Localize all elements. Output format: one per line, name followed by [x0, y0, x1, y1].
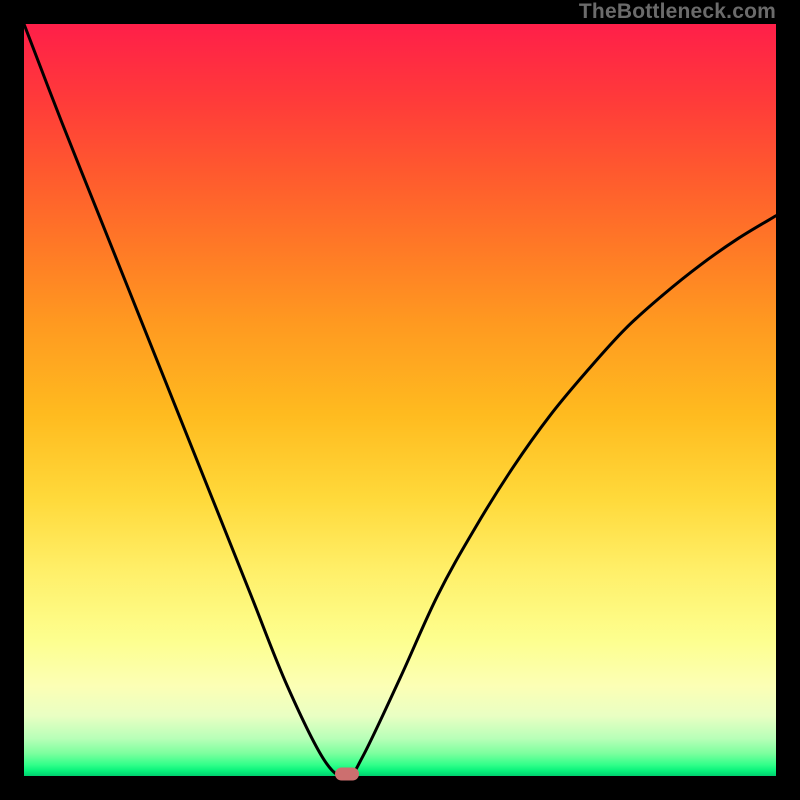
- chart-frame: TheBottleneck.com: [0, 0, 800, 800]
- watermark-label: TheBottleneck.com: [579, 0, 776, 24]
- bottleneck-curve: [24, 24, 776, 776]
- optimum-marker: [335, 767, 359, 780]
- plot-area: [24, 24, 776, 776]
